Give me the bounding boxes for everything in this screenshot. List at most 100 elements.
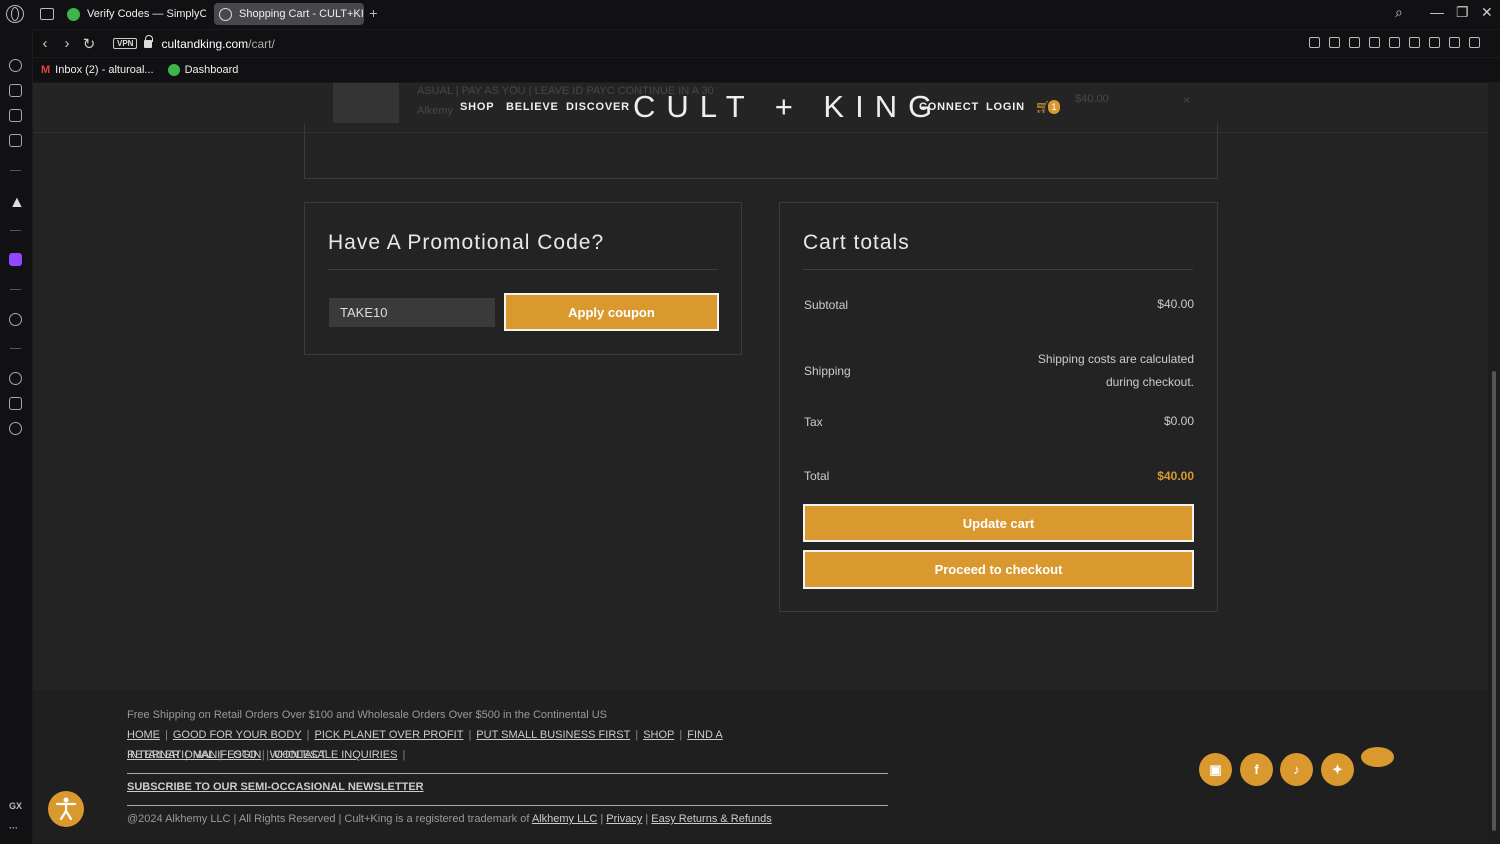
tab-label: Verify Codes — SimplyCo	[87, 8, 206, 20]
clock-icon[interactable]	[9, 372, 22, 385]
globe-favicon-icon	[219, 7, 232, 21]
apply-coupon-button[interactable]: Apply coupon	[504, 293, 719, 331]
product-brand: Alkemy	[417, 105, 454, 117]
footer-link-login[interactable]: LOGIN	[227, 749, 261, 761]
search-icon[interactable]: ⌕	[1395, 4, 1403, 21]
accessibility-icon	[55, 797, 77, 821]
footer-link-good-for-your-body[interactable]: GOOD FOR YOUR BODY	[173, 729, 302, 741]
trademark-link[interactable]: Alkhemy LLC	[532, 813, 597, 825]
shipping-value: Shipping costs are calculated during che…	[1038, 348, 1194, 394]
update-cart-button[interactable]: Update cart	[803, 504, 1194, 542]
tax-label: Tax	[804, 415, 823, 429]
footer-link-home[interactable]: HOME	[127, 729, 160, 741]
play-icon[interactable]	[1369, 37, 1380, 48]
twitch-icon[interactable]	[9, 253, 22, 266]
privacy-link[interactable]: Privacy	[606, 813, 642, 825]
restore-icon[interactable]: ❐	[1456, 4, 1469, 21]
remove-item-icon[interactable]: ×	[1183, 93, 1190, 107]
nav-connect[interactable]: CONNECT	[919, 101, 979, 113]
messenger-icon[interactable]	[9, 109, 22, 122]
lock-icon[interactable]	[144, 34, 154, 48]
new-tab-button[interactable]: +	[367, 6, 380, 20]
music-icon[interactable]	[9, 134, 22, 147]
opera-logo-icon[interactable]	[6, 5, 24, 23]
tax-value: $0.00	[1163, 414, 1194, 428]
accessibility-button[interactable]	[48, 791, 84, 827]
bookmark-label: Dashboard	[184, 64, 239, 76]
coupon-input[interactable]	[329, 298, 495, 327]
promo-code-box: Have A Promotional Code? Apply coupon	[304, 202, 742, 355]
heart-icon[interactable]	[1389, 37, 1400, 48]
cube-icon[interactable]	[9, 397, 22, 410]
cart-totals-box: Cart totals Subtotal $40.00 Shipping Shi…	[779, 202, 1218, 612]
footer-link-international[interactable]: INTERNATIONAL	[127, 749, 214, 761]
cart-table	[304, 123, 1218, 179]
scrollbar-thumb[interactable]	[1492, 371, 1496, 831]
back-icon[interactable]: ‹	[35, 35, 55, 52]
nav-login[interactable]: LOGIN	[986, 101, 1025, 113]
tab-verify-codes[interactable]: Verify Codes — SimplyCo	[62, 3, 206, 25]
address-bar: ‹ › ↻ VPN cultandking.com/cart/	[33, 30, 1500, 57]
facebook-icon[interactable]: f	[1240, 753, 1273, 786]
nav-believe[interactable]: BELIEVE	[506, 101, 559, 113]
browser-tab-bar: Verify Codes — SimplyCo Shopping Cart - …	[0, 0, 1500, 29]
footer-link-small-business[interactable]: PUT SMALL BUSINESS FIRST	[476, 729, 630, 741]
forward-icon[interactable]: ›	[57, 35, 77, 52]
history-icon[interactable]	[9, 59, 22, 72]
tab-overview-icon[interactable]	[40, 8, 54, 20]
reload-icon[interactable]: ↻	[79, 35, 99, 53]
shipping-value-line1: Shipping costs are calculated	[1037, 352, 1194, 366]
chat-widget-icon[interactable]	[1361, 747, 1394, 767]
returns-link[interactable]: Easy Returns & Refunds	[651, 813, 771, 825]
site-logo[interactable]: CULT + KING	[633, 89, 943, 125]
twitter-icon[interactable]: ✦	[1321, 753, 1354, 786]
subtotal-label: Subtotal	[804, 298, 849, 312]
shopping-icon[interactable]	[9, 84, 22, 97]
sidebar-divider	[10, 170, 21, 171]
nav-discover[interactable]: DISCOVER	[566, 101, 630, 113]
footer-link-shop[interactable]: SHOP	[643, 729, 674, 741]
instagram-icon[interactable]: ▣	[1199, 753, 1232, 786]
minimize-icon[interactable]: —	[1430, 4, 1444, 20]
shield-icon[interactable]	[1349, 37, 1360, 48]
newsletter-link[interactable]: SUBSCRIBE TO OUR SEMI-OCCASIONAL NEWSLET…	[127, 781, 424, 793]
proceed-to-checkout-button[interactable]: Proceed to checkout	[803, 550, 1194, 589]
page-scrollbar[interactable]	[1488, 83, 1500, 844]
tiktok-icon[interactable]: ♪	[1280, 753, 1313, 786]
tab-shopping-cart[interactable]: Shopping Cart - CULT+KI	[214, 3, 364, 25]
extensions-icon[interactable]	[1409, 37, 1420, 48]
footer-link-pick-planet[interactable]: PICK PLANET OVER PROFIT	[314, 729, 463, 741]
vpn-badge[interactable]: VPN	[113, 38, 138, 49]
sidebar-divider	[10, 230, 21, 231]
divider	[803, 269, 1193, 270]
cube-icon[interactable]	[1429, 37, 1440, 48]
aria-icon[interactable]: ▲	[9, 194, 25, 211]
nav-shop[interactable]: SHOP	[460, 101, 494, 113]
more-icon[interactable]: ···	[9, 823, 18, 833]
settings-icon[interactable]	[9, 422, 22, 435]
edit-icon[interactable]	[1309, 37, 1320, 48]
link-separator: |	[600, 813, 604, 825]
copyright-text: @2024 Alkhemy LLC | All Rights Reserved …	[127, 813, 530, 825]
link-separator: |	[219, 749, 223, 761]
gx-label[interactable]: GX	[9, 801, 22, 811]
player-icon[interactable]	[9, 313, 22, 326]
close-icon[interactable]: ✕	[1481, 4, 1493, 21]
camera-icon[interactable]	[1329, 37, 1340, 48]
site-footer: Free Shipping on Retail Orders Over $100…	[33, 690, 1488, 844]
cart-count-badge[interactable]: 1	[1048, 100, 1060, 114]
bookmark-inbox[interactable]: M Inbox (2) - alturoal...	[41, 64, 154, 76]
bookmark-dashboard[interactable]: Dashboard	[167, 64, 239, 76]
url-domain: cultandking.com	[161, 36, 249, 51]
promo-heading: Have A Promotional Code?	[328, 231, 605, 254]
menu-icon[interactable]	[1469, 37, 1480, 48]
sidebar-divider	[10, 348, 21, 349]
profile-icon[interactable]	[1449, 37, 1460, 48]
gmail-icon: M	[41, 64, 51, 76]
link-separator: |	[635, 729, 639, 741]
link-separator: |	[468, 729, 472, 741]
footer-link-contact[interactable]: CONTACT	[274, 749, 326, 761]
url-field[interactable]: cultandking.com/cart/	[161, 37, 274, 51]
url-path: /cart/	[248, 36, 275, 51]
extension-toolbar	[1309, 37, 1480, 48]
